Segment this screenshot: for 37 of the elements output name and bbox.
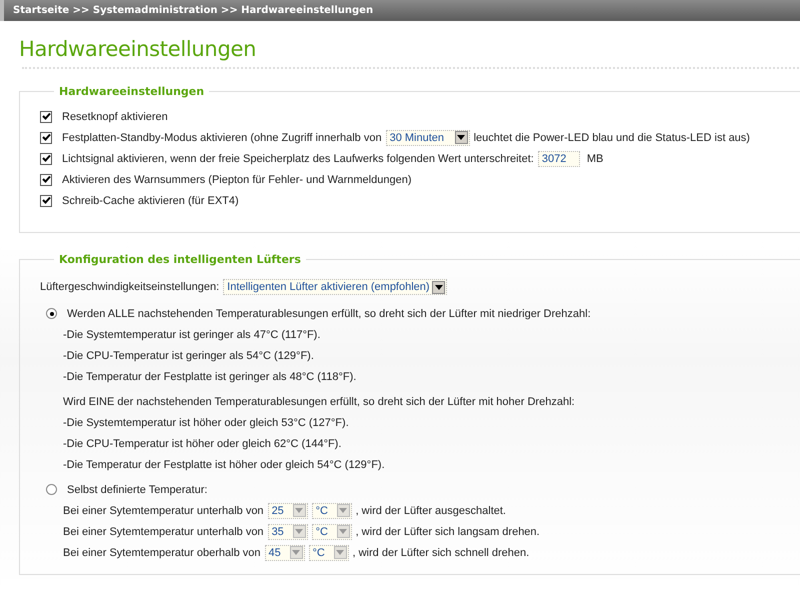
unit-label: MB (586, 152, 604, 164)
page-title: Hardwareeinstellungen (19, 37, 258, 61)
radio-button[interactable] (46, 484, 57, 495)
breadcrumb: Startseite >> Systemadministration >> Hardwareeinstellungen (13, 5, 374, 16)
space-input-field[interactable]: 3072 (538, 150, 580, 166)
rule-label: , wird der Lüfter sich langsam drehen. (356, 526, 540, 538)
temperature-condition: -Die Temperatur der Festplatte ist geringer als 48°C (118°F). (63, 370, 356, 382)
option-label: Schreib-Cache aktivieren (für EXT4) (62, 194, 239, 206)
condition-heading: Wird EINE der nachstehenden Temperaturablesungen erfüllt, so dreht sich der Lüfter mit hoher Drehzahl: (63, 396, 575, 408)
rule-label: , wird der Lüfter sich schnell drehen. (352, 546, 530, 558)
checkbox[interactable] (40, 110, 52, 122)
temperature-condition: -Die Systemtemperatur ist geringer als 47°C (117°F). (63, 328, 320, 340)
checkbox[interactable] (40, 152, 52, 164)
checkbox[interactable] (40, 132, 52, 144)
checkbox[interactable] (40, 174, 52, 186)
fan-mode-dropdown[interactable]: Intelligenten Lüfter aktivieren (empfohlen) (223, 279, 448, 295)
section-title: Konfiguration des intelligenten Lüfters (58, 253, 302, 266)
option-label: Lichtsignal aktivieren, wenn der freie Speicherplatz des Laufwerks folgenden Wert unterschreitet: (62, 152, 534, 164)
field-label: Lüftergeschwindigkeitseinstellungen: (40, 281, 220, 293)
radio-button[interactable] (46, 308, 57, 319)
rule-label: Bei einer Sytemtemperatur unterhalb von (63, 526, 264, 538)
rule-label: Bei einer Sytemtemperatur oberhalb von (63, 546, 260, 558)
option-label: Selbst definierte Temperatur: (67, 484, 208, 496)
temperature-condition: -Die CPU-Temperatur ist höher oder gleich 62°C (144°F). (63, 438, 342, 450)
temperature-condition: -Die Temperatur der Festplatte ist höher oder gleich 54°C (129°F). (63, 458, 385, 470)
checkbox[interactable] (40, 194, 52, 206)
option-label: Werden ALLE nachstehenden Temperaturablesungen erfüllt, so dreht sich der Lüfter mit niedriger Drehzahl: (67, 308, 591, 320)
section-title: Hardwareeinstellungen (58, 85, 206, 98)
rule-label: , wird der Lüfter ausgeschaltet. (356, 504, 506, 516)
temperature-condition: -Die CPU-Temperatur ist geringer als 54°C (129°F). (63, 350, 314, 362)
option-label: Aktivieren des Warnsummers (Piepton für Fehler- und Warnmeldungen) (62, 174, 412, 186)
option-label: Resetknopf aktivieren (62, 110, 168, 122)
option-label: leuchtet die Power-LED blau und die Status-LED ist aus) (474, 132, 750, 144)
minutes-dropdown[interactable]: 30 Minuten (386, 130, 470, 146)
option-label: Festplatten-Standby-Modus aktivieren (ohne Zugriff innerhalb von (62, 132, 382, 144)
rule-label: Bei einer Sytemtemperatur unterhalb von (63, 504, 264, 516)
temperature-condition: -Die Systemtemperatur ist höher oder gleich 53°C (127°F). (63, 416, 349, 428)
